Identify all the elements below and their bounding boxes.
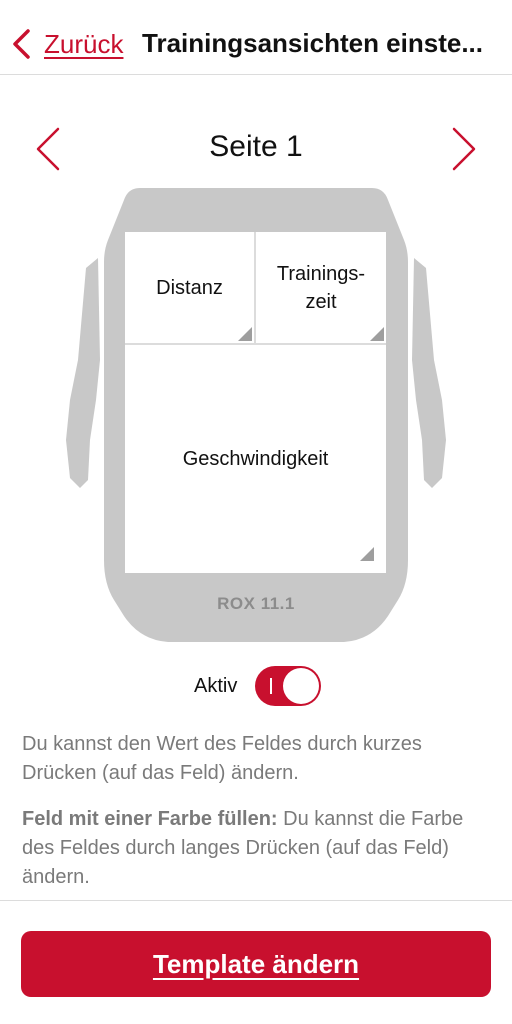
field-speed-label: Geschwindigkeit [182,448,329,470]
change-template-button[interactable]: Template ändern [21,931,491,997]
toggle-knob [283,668,319,704]
divider [0,900,512,901]
field-training-time-label: Trainings- zeit [277,260,365,316]
active-toggle[interactable] [255,666,321,706]
field-speed[interactable]: Geschwindigkeit [125,345,386,573]
info-text-long-press: Feld mit einer Farbe füllen: Du kannst d… [22,805,492,892]
resize-corner-icon [238,327,252,341]
resize-corner-icon [370,327,384,341]
field-training-time-line1: Trainings- [276,262,366,285]
field-distance-label: Distanz [156,276,223,299]
field-distance[interactable]: Distanz [125,232,254,343]
resize-corner-icon [360,547,374,561]
field-training-time-line2: zeit [305,290,337,313]
screen: Zurück Trainingsansichten einste... Seit… [0,0,512,1024]
toggle-on-indicator-icon [270,678,272,694]
active-label: Aktiv [194,675,238,697]
info-text-short-press: Du kannst den Wert des Feldes durch kurz… [22,733,422,784]
field-training-time[interactable]: Trainings- zeit [256,232,386,343]
info-text-long-press-heading: Feld mit einer Farbe füllen: [22,808,278,830]
change-template-label: Template ändern [152,948,360,979]
device-model-label: ROX 11.1 [217,594,295,613]
